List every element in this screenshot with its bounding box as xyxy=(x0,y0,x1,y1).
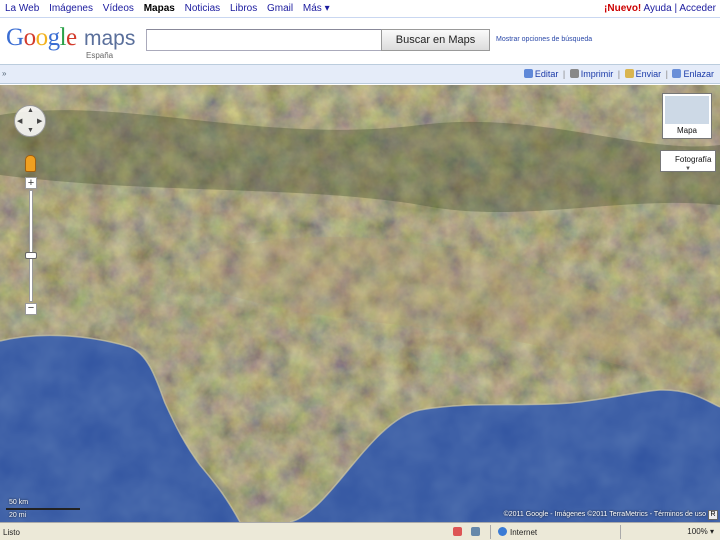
satellite-map[interactable]: ▲ ▼ ◀ ▶ + − Mapa Fotografía ▼ 50 km 20 m… xyxy=(0,85,720,522)
logo-letter: o xyxy=(23,24,37,51)
edit-icon xyxy=(523,69,533,78)
tool-separator: | xyxy=(665,69,668,79)
new-link[interactable]: ¡Nuevo! xyxy=(604,3,641,14)
nav-item-images[interactable]: Imágenes xyxy=(49,3,93,14)
chevron-down-icon: ▼ xyxy=(685,166,691,172)
maps-header: Google maps España Buscar en Maps Mostra… xyxy=(0,18,720,64)
link-link[interactable]: Enlazar xyxy=(683,69,714,79)
map-type-label: Mapa xyxy=(676,126,697,135)
scale-km-label: 50 km xyxy=(9,499,29,506)
google-bar-user: ¡Nuevo! Ayuda | Acceder xyxy=(604,3,716,14)
send-icon xyxy=(624,69,634,78)
tool-separator: | xyxy=(562,69,566,79)
nav-item-web[interactable]: La Web xyxy=(5,3,39,14)
nav-item-videos[interactable]: Vídeos xyxy=(103,3,134,14)
google-bar-nav: La Web Imágenes Vídeos Mapas Noticias Li… xyxy=(5,3,337,14)
logo-letter: o xyxy=(35,24,49,51)
user-separator: | xyxy=(674,3,678,14)
nav-item-maps[interactable]: Mapas xyxy=(144,3,175,14)
map-toolbar: » Editar | Imprimir | Enviar | Enlazar xyxy=(0,64,720,84)
pan-right-icon[interactable]: ▶ xyxy=(37,117,42,125)
scale-mi-label: 20 mi xyxy=(9,512,27,519)
scale-bar xyxy=(6,508,80,510)
link-icon xyxy=(672,69,682,78)
collapse-panel-icon[interactable]: » xyxy=(2,69,10,79)
nav-item-books[interactable]: Libros xyxy=(230,3,257,14)
help-link[interactable]: Ayuda xyxy=(644,3,672,14)
logo-product: maps xyxy=(84,27,136,50)
status-text: Listo xyxy=(3,528,20,537)
browser-status-bar: Listo Internet 100% ▾ xyxy=(0,522,720,540)
print-link[interactable]: Imprimir xyxy=(581,69,614,79)
pan-up-icon[interactable]: ▲ xyxy=(27,107,34,114)
zoom-slider-track[interactable] xyxy=(29,190,33,302)
logo-letter: g xyxy=(47,24,61,51)
satellite-imagery xyxy=(0,85,720,522)
street-view-pegman-icon[interactable] xyxy=(25,155,36,172)
addon-icon xyxy=(471,527,480,536)
zoom-level-control[interactable]: 100% ▾ xyxy=(687,527,714,536)
map-type-button[interactable]: Mapa xyxy=(662,93,712,139)
zoom-in-button[interactable]: + xyxy=(25,177,37,189)
globe-icon xyxy=(498,527,507,536)
search-button[interactable]: Buscar en Maps xyxy=(381,29,490,51)
zoom-out-button[interactable]: − xyxy=(25,303,37,315)
search-options-link[interactable]: Mostrar opciones de búsqueda xyxy=(496,36,592,43)
status-divider xyxy=(490,525,491,539)
internet-zone: Internet xyxy=(498,527,537,537)
nav-item-more[interactable]: Más ▾ xyxy=(303,3,330,14)
google-logo[interactable]: Google xyxy=(6,24,77,52)
logo-region: España xyxy=(86,51,114,60)
logo-letter: e xyxy=(66,24,77,51)
map-type-thumbnail xyxy=(665,96,709,124)
status-divider xyxy=(620,525,621,539)
map-tools: Editar | Imprimir | Enviar | Enlazar xyxy=(523,69,714,79)
login-link[interactable]: Acceder xyxy=(679,3,716,14)
zone-label: Internet xyxy=(510,528,538,537)
logo-letter: G xyxy=(6,24,24,51)
photo-type-button[interactable]: Fotografía ▼ xyxy=(660,150,716,172)
security-icon xyxy=(453,527,462,536)
pan-control[interactable]: ▲ ▼ ◀ ▶ xyxy=(14,105,46,137)
edit-link[interactable]: Editar xyxy=(535,69,559,79)
map-scale: 50 km 20 mi xyxy=(6,499,80,521)
report-problem-icon[interactable]: R xyxy=(708,510,718,520)
browser-window: La Web Imágenes Vídeos Mapas Noticias Li… xyxy=(0,0,720,540)
search-input[interactable] xyxy=(146,29,382,51)
google-bar: La Web Imágenes Vídeos Mapas Noticias Li… xyxy=(0,0,720,18)
tool-separator: | xyxy=(617,69,621,79)
send-link[interactable]: Enviar xyxy=(636,69,662,79)
nav-item-news[interactable]: Noticias xyxy=(185,3,221,14)
print-icon xyxy=(569,69,579,78)
photo-type-label: Fotografía xyxy=(675,155,712,164)
pan-down-icon[interactable]: ▼ xyxy=(27,127,34,134)
pan-left-icon[interactable]: ◀ xyxy=(17,117,22,125)
zoom-slider-thumb[interactable] xyxy=(25,252,37,259)
nav-item-gmail[interactable]: Gmail xyxy=(267,3,293,14)
map-attribution[interactable]: ©2011 Google - Imágenes ©2011 TerraMetri… xyxy=(504,511,706,518)
